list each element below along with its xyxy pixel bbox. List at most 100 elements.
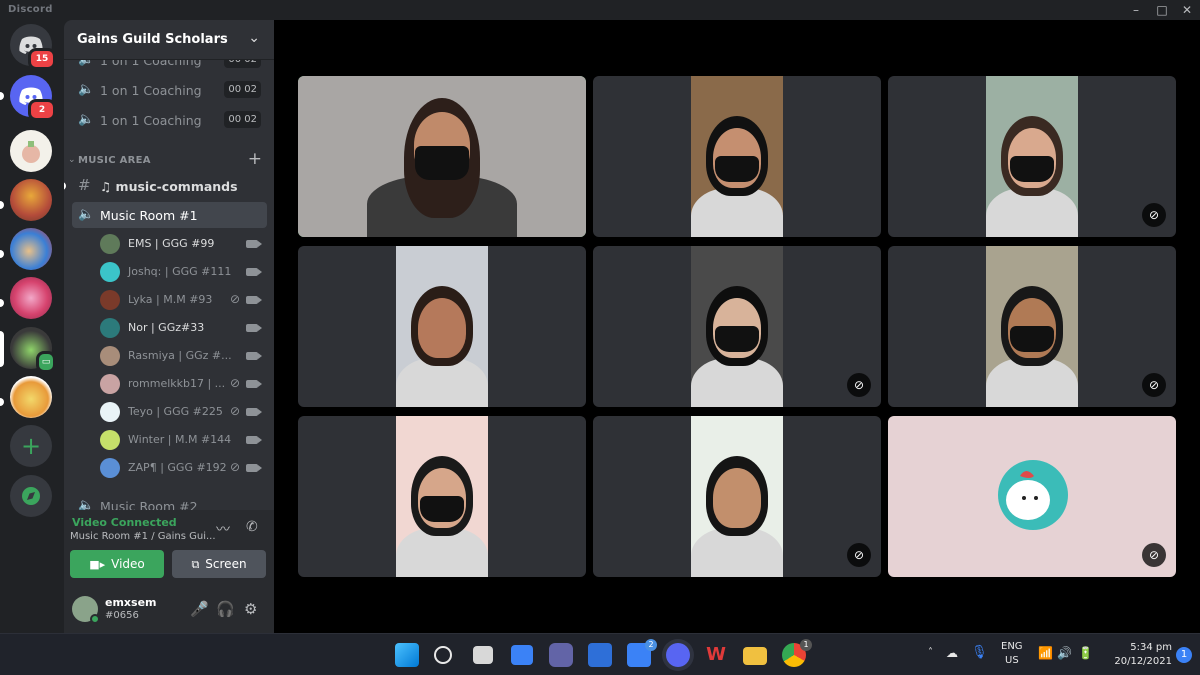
explore-servers-button[interactable] [10, 475, 52, 517]
live-video-badge: ▭ [36, 351, 56, 373]
store-icon[interactable] [588, 643, 612, 667]
participant-face [418, 298, 466, 358]
connection-channel[interactable]: Music Room #1 / Gains Gui... [70, 531, 216, 542]
voice-member[interactable]: rommelkkb17 | ... ⊘ [98, 372, 264, 396]
maximize-button[interactable]: □ [1150, 0, 1174, 20]
video-tile[interactable]: ⊘ [593, 246, 881, 407]
camera-icon [246, 296, 262, 304]
voice-member[interactable]: Teyo | GGG #225 ⊘ [98, 400, 264, 424]
voice-member[interactable]: Rasmiya | GGz #... [98, 344, 264, 368]
battery-icon[interactable]: 🔋 [1078, 646, 1093, 660]
voice-channel-coaching[interactable]: 🔈 1 on 1 Coaching 00 02 [72, 107, 267, 133]
voice-member[interactable]: Winter | M.M #144 [98, 428, 264, 452]
noise-suppression-icon[interactable]: 〰 [216, 519, 230, 539]
server-icon[interactable] [10, 376, 52, 418]
microphone-icon[interactable]: 🎤 [190, 600, 209, 618]
system-clock[interactable]: 5:34 pm 20/12/2021 [1114, 641, 1172, 669]
screen-button-label: Screen [205, 557, 247, 571]
speaker-icon: 🔈 [78, 60, 94, 68]
voice-member[interactable]: Joshq: | GGG #111 [98, 260, 264, 284]
voice-channel-music-room-1[interactable]: 🔈 Music Room #1 [72, 202, 267, 228]
task-view-icon[interactable] [473, 646, 493, 664]
video-tile[interactable] [593, 76, 881, 237]
video-tile[interactable] [298, 246, 586, 407]
windows-taskbar: 2 W 1 ˄ ☁ 🎙 ENG US 📶 🔊 🔋 5:34 pm 20/12/2… [0, 633, 1200, 675]
camera-feed [691, 246, 783, 407]
notification-count[interactable]: 1 [1176, 647, 1192, 663]
microphone-in-use-icon[interactable]: 🎙 [971, 645, 988, 660]
minimize-button[interactable]: – [1124, 0, 1148, 20]
file-explorer-icon[interactable] [743, 647, 767, 665]
video-tile[interactable]: ⊘ [888, 246, 1176, 407]
gains-guild-server-button[interactable]: ▭ [10, 327, 56, 373]
voice-member[interactable]: Nor | GGz#33 [98, 316, 264, 340]
face-mask [420, 496, 464, 522]
face-mask [1010, 156, 1054, 182]
add-server-button[interactable]: + [10, 425, 52, 467]
muted-mic-icon: ⊘ [1142, 373, 1166, 397]
discord-taskbar-icon[interactable] [666, 643, 690, 667]
voice-channel-coaching[interactable]: 🔈 1 on 1 Coaching 00 02 [72, 60, 267, 73]
speaker-icon: 🔈 [78, 498, 95, 510]
member-name: Lyka | M.M #93 [128, 293, 213, 306]
unread-pill [0, 398, 4, 406]
mail-count-badge: 2 [645, 639, 657, 651]
user-tag: #0656 [105, 610, 139, 621]
video-tile[interactable]: ⊘ [888, 416, 1176, 577]
voice-channel-music-room-2[interactable]: 🔈 Music Room #2 [72, 493, 267, 510]
headphones-icon[interactable]: 🎧 [216, 600, 235, 618]
video-tile[interactable] [298, 416, 586, 577]
discord-server-button[interactable]: 2 [10, 75, 56, 121]
mail-icon[interactable]: 2 [627, 639, 657, 667]
voice-member[interactable]: EMS | GGG #99 [98, 232, 264, 256]
category-music-area[interactable]: ⌄ MUSIC AREA + [66, 149, 272, 170]
screen-share-button[interactable]: ⧉ Screen [172, 550, 266, 578]
text-channel-music-commands[interactable]: # ♫ music-commands [72, 173, 267, 199]
voice-member[interactable]: Lyka | M.M #93 ⊘ [98, 288, 264, 312]
pet-server-icon [10, 376, 52, 418]
server-icon[interactable] [10, 130, 52, 172]
input-region[interactable]: US [1005, 655, 1019, 666]
speaker-icon: 🔈 [78, 82, 95, 97]
app-title: Discord [8, 4, 53, 15]
close-button[interactable]: ✕ [1175, 0, 1199, 20]
avatar [100, 318, 120, 338]
server-icon[interactable] [10, 228, 52, 270]
direct-messages-button[interactable]: 15 [10, 24, 56, 70]
character-server-icon [10, 228, 52, 270]
user-limit-counter: 00 02 [224, 111, 261, 128]
unread-pill [0, 299, 4, 307]
disconnect-icon[interactable]: ✆ [246, 519, 258, 535]
server-icon[interactable] [10, 179, 52, 221]
cloud-icon[interactable]: ☁ [946, 646, 958, 660]
video-button[interactable]: ■▸ Video [70, 550, 164, 578]
chrome-profile-badge: 1 [800, 639, 812, 651]
username: emxsem [105, 596, 157, 609]
wps-office-icon[interactable]: W [704, 643, 728, 667]
chrome-icon[interactable]: 1 [782, 639, 812, 667]
guild-header[interactable]: Gains Guild Scholars ⌄ [64, 20, 274, 60]
video-tile[interactable]: ⊘ [593, 416, 881, 577]
search-icon[interactable] [434, 646, 452, 664]
voice-channel-coaching[interactable]: 🔈 1 on 1 Coaching 00 02 [72, 77, 267, 103]
face-mask [715, 326, 759, 352]
wifi-icon[interactable]: 📶 [1038, 646, 1053, 660]
face-mask [415, 146, 469, 180]
avatar [100, 458, 120, 478]
gear-icon[interactable]: ⚙ [244, 600, 257, 618]
video-tile[interactable] [298, 76, 586, 237]
input-language[interactable]: ENG [1001, 641, 1023, 652]
volume-icon[interactable]: 🔊 [1057, 646, 1072, 660]
video-tile[interactable]: ⊘ [888, 76, 1176, 237]
server-icon[interactable] [10, 277, 52, 319]
chat-icon[interactable] [549, 643, 573, 667]
show-hidden-icons-button[interactable]: ˄ [928, 647, 933, 658]
voice-member[interactable]: ZAP¶ | GGG #192 ⊘ [98, 456, 264, 480]
server-rail: 15 2 ▭ + [0, 20, 64, 633]
create-channel-button[interactable]: + [248, 149, 262, 169]
user-panel: emxsem #0656 🎤 🎧 ⚙ [64, 586, 274, 633]
widgets-icon[interactable] [511, 645, 533, 665]
windows-start-icon[interactable] [395, 643, 419, 667]
camera-icon [246, 380, 262, 388]
member-name: Teyo | GGG #225 [128, 405, 223, 418]
